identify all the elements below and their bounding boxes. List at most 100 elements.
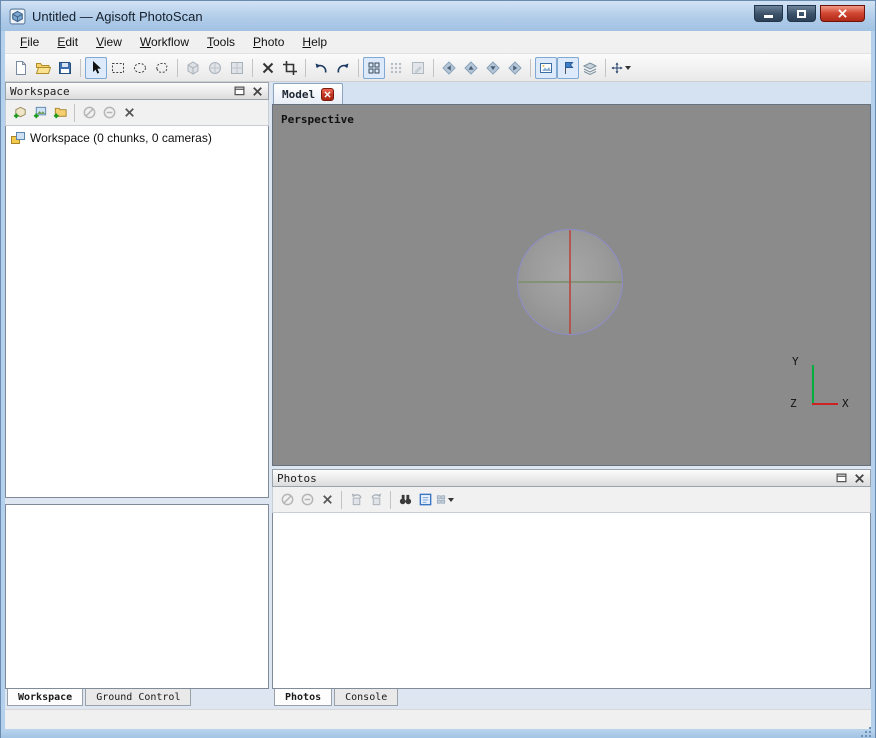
- axis-x-line: [812, 403, 838, 405]
- select-arrow-button[interactable]: [85, 57, 107, 79]
- view-points-button[interactable]: [385, 57, 407, 79]
- workspace-dock: Workspace Workspace (0 chunks: [5, 82, 269, 709]
- toggle-photos-pane-button[interactable]: [535, 57, 557, 79]
- toolbar-separator: [80, 59, 81, 77]
- workspace-toolbar: [5, 100, 269, 126]
- close-button[interactable]: [820, 5, 865, 22]
- tab-console[interactable]: Console: [334, 689, 398, 706]
- view-wireframe-button[interactable]: [407, 57, 429, 79]
- remove-photo-button[interactable]: [317, 490, 337, 510]
- toolbar-separator: [305, 59, 306, 77]
- navigate-down-button[interactable]: [482, 57, 504, 79]
- menu-view[interactable]: View: [87, 32, 131, 52]
- model-tabbar: Model: [272, 82, 871, 104]
- find-photo-button[interactable]: [395, 490, 415, 510]
- redo-button[interactable]: [332, 57, 354, 79]
- delete-selection-button[interactable]: [257, 57, 279, 79]
- menu-file[interactable]: File: [11, 32, 48, 52]
- minimize-icon: [764, 15, 773, 18]
- dropdown-arrow-icon: [625, 66, 631, 70]
- float-panel-icon[interactable]: [232, 84, 247, 98]
- photos-content[interactable]: [272, 513, 871, 689]
- disable-item-button[interactable]: [99, 103, 119, 123]
- menu-photo[interactable]: Photo: [244, 32, 293, 52]
- float-panel-icon[interactable]: [834, 471, 849, 485]
- toolbar-separator: [605, 59, 606, 77]
- workspace-icon: [10, 130, 26, 146]
- maximize-button[interactable]: [787, 5, 816, 22]
- select-circle-button[interactable]: [129, 57, 151, 79]
- disable-photo-button[interactable]: [297, 490, 317, 510]
- remove-item-button[interactable]: [119, 103, 139, 123]
- enable-item-button[interactable]: [79, 103, 99, 123]
- axis-y-label: Y: [792, 355, 799, 368]
- model-tab-close-button[interactable]: [321, 88, 334, 101]
- model-viewport[interactable]: Perspective Y Z X: [272, 104, 871, 466]
- photos-panel-title: Photos: [273, 472, 834, 485]
- model-tab-label: Model: [282, 88, 315, 101]
- navigate-right-button[interactable]: [504, 57, 526, 79]
- add-chunk-button[interactable]: [10, 103, 30, 123]
- trackball-sphere: [517, 229, 623, 335]
- menu-tools[interactable]: Tools: [198, 32, 244, 52]
- tab-photos[interactable]: Photos: [274, 689, 332, 706]
- details-view-button[interactable]: [415, 490, 435, 510]
- left-tabs: Workspace Ground Control: [5, 689, 269, 709]
- rotate-cw-button[interactable]: [366, 490, 386, 510]
- workspace-root-item[interactable]: Workspace (0 chunks, 0 cameras): [6, 126, 268, 148]
- workspace-root-label: Workspace (0 chunks, 0 cameras): [30, 131, 212, 145]
- toolbar-separator: [252, 59, 253, 77]
- select-rectangle-button[interactable]: [107, 57, 129, 79]
- axis-y-line: [812, 365, 814, 405]
- tab-model[interactable]: Model: [273, 83, 343, 104]
- menu-edit[interactable]: Edit: [48, 32, 87, 52]
- view-grid-button[interactable]: [363, 57, 385, 79]
- window-controls: [754, 5, 865, 22]
- photos-toolbar: [272, 487, 871, 513]
- navigation-mode-button[interactable]: [610, 57, 632, 79]
- photos-panel-header: Photos: [272, 469, 871, 487]
- new-document-button[interactable]: [10, 57, 32, 79]
- main-area: Workspace Workspace (0 chunks: [5, 82, 871, 709]
- toolbar-separator: [358, 59, 359, 77]
- open-project-button[interactable]: [32, 57, 54, 79]
- add-photos-button[interactable]: [30, 103, 50, 123]
- crop-selection-button[interactable]: [279, 57, 301, 79]
- save-project-button[interactable]: [54, 57, 76, 79]
- toolbar-separator: [74, 104, 75, 122]
- stacked-view-button[interactable]: [579, 57, 601, 79]
- rotate-ccw-button[interactable]: [346, 490, 366, 510]
- status-bar: [5, 709, 871, 729]
- region-grid-button[interactable]: [226, 57, 248, 79]
- enable-photo-button[interactable]: [277, 490, 297, 510]
- menu-workflow[interactable]: Workflow: [131, 32, 198, 52]
- axis-z-label: Z: [790, 397, 797, 410]
- close-icon: [324, 91, 331, 98]
- add-folder-button[interactable]: [50, 103, 70, 123]
- toolbar-separator: [341, 491, 342, 509]
- tab-ground-control[interactable]: Ground Control: [85, 689, 191, 706]
- app-icon: [9, 8, 26, 25]
- titlebar[interactable]: Untitled — Agisoft PhotoScan: [1, 1, 875, 31]
- navigate-left-button[interactable]: [438, 57, 460, 79]
- workspace-panel-header: Workspace: [5, 82, 269, 100]
- toolbar-separator: [530, 59, 531, 77]
- tab-workspace[interactable]: Workspace: [7, 689, 83, 706]
- navigate-up-button[interactable]: [460, 57, 482, 79]
- close-panel-icon[interactable]: [250, 84, 265, 98]
- workspace-panel-title: Workspace: [6, 85, 232, 98]
- minimize-button[interactable]: [754, 5, 783, 22]
- region-box-button[interactable]: [182, 57, 204, 79]
- toggle-workspace-pane-button[interactable]: [557, 57, 579, 79]
- region-sphere-button[interactable]: [204, 57, 226, 79]
- thumbnail-size-button[interactable]: [435, 490, 455, 510]
- undo-button[interactable]: [310, 57, 332, 79]
- axis-x-label: X: [842, 397, 849, 410]
- menu-help[interactable]: Help: [293, 32, 336, 52]
- resize-grip[interactable]: [859, 727, 871, 737]
- select-freeform-button[interactable]: [151, 57, 173, 79]
- close-panel-icon[interactable]: [852, 471, 867, 485]
- window-frame-bottom: [1, 729, 875, 738]
- right-tabs: Photos Console: [272, 689, 871, 709]
- document-area: Model Perspective Y Z: [272, 82, 871, 709]
